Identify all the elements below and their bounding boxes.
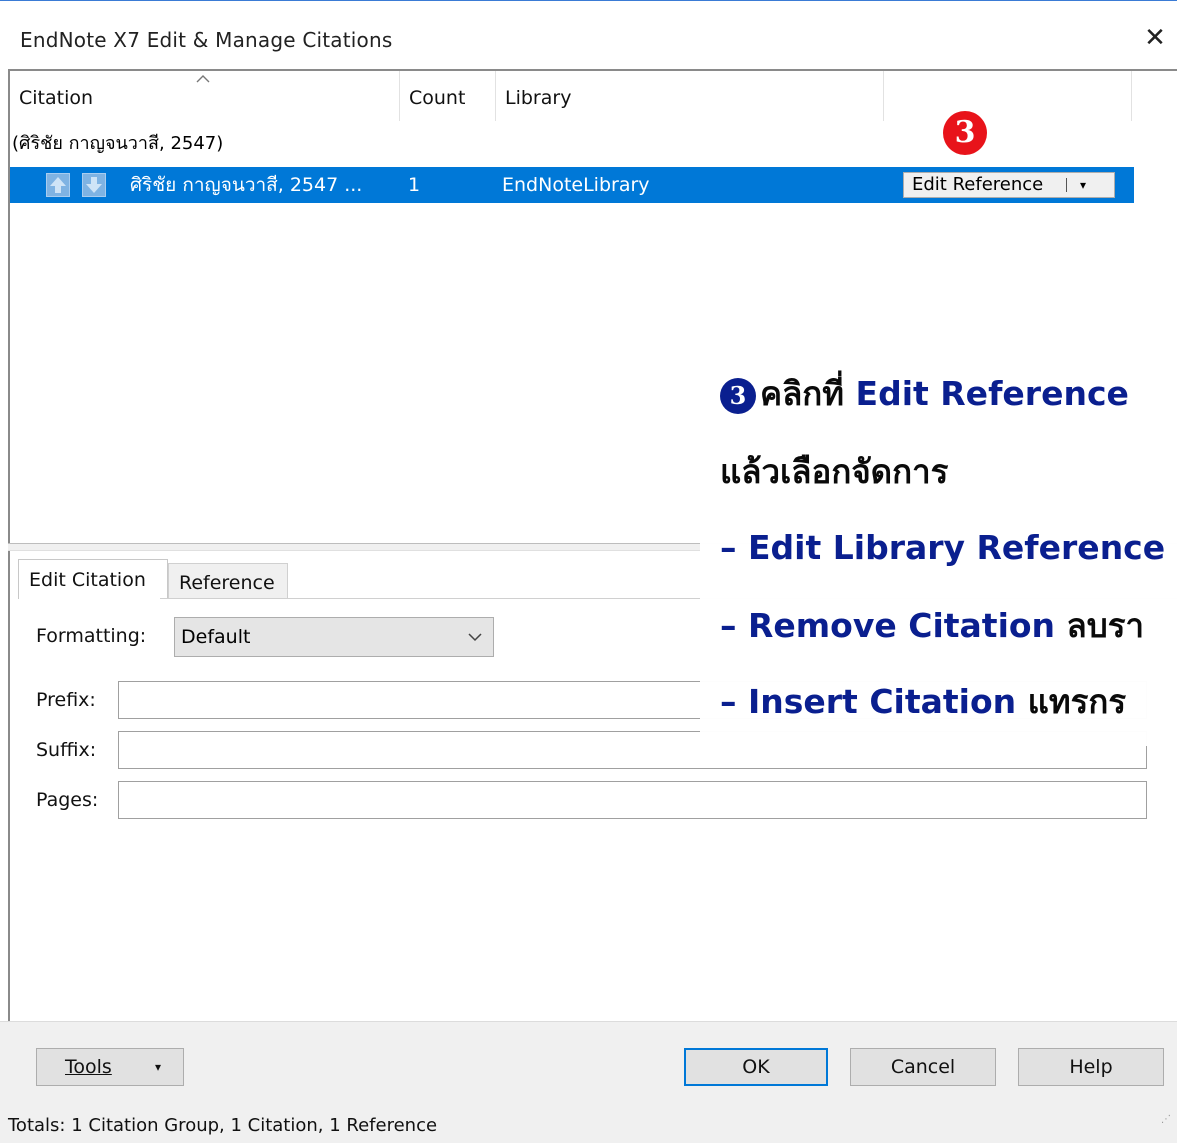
edit-reference-dropdown-button[interactable]: Edit Reference ▾ [903, 172, 1115, 198]
annotation-line-5-thai: แทรกร [1027, 682, 1127, 721]
annotation-line-4-en: – Remove Citation [720, 606, 1067, 645]
suffix-label: Suffix: [36, 739, 97, 761]
annotation-line-2: แล้วเลือกจัดการ [720, 452, 949, 491]
prefix-label: Prefix: [36, 689, 96, 711]
tools-label: Tools [65, 1056, 112, 1078]
dropdown-caret-icon[interactable]: ▾ [1080, 173, 1086, 197]
edit-reference-label: Edit Reference [912, 174, 1044, 195]
tools-menu-button[interactable]: Tools ▾ [36, 1048, 184, 1086]
annotation-line-5-en: – Insert Citation [720, 682, 1028, 721]
library-cell: EndNoteLibrary [502, 174, 650, 196]
column-header-library[interactable]: Library [496, 71, 884, 121]
formatting-value: Default [181, 626, 251, 648]
step-marker-3: 3 [943, 111, 987, 155]
annotation-marker-3: 3 [720, 377, 756, 414]
column-header-count[interactable]: Count [400, 71, 496, 121]
count-cell: 1 [408, 174, 421, 196]
formatting-label: Formatting: [36, 625, 147, 647]
move-up-icon[interactable] [46, 173, 70, 197]
annotation-line-1: 3 คลิกที่ Edit Reference [720, 374, 1129, 414]
ok-button[interactable]: OK [684, 1048, 828, 1086]
annotation-line-1-en: Edit Reference [855, 374, 1129, 413]
annotation-line-4-thai: ลบรา [1066, 606, 1144, 645]
citation-group-label[interactable]: (ศิริชัย กาญจนวาสี, 2547) [10, 127, 223, 161]
column-header-action [884, 71, 1132, 121]
citation-row-selected[interactable]: ศิริชัย กาญจนวาสี, 2547 ... 1 EndNoteLib… [10, 167, 1134, 203]
tools-caret-icon: ▾ [155, 1060, 162, 1074]
tab-reference[interactable]: Reference [168, 563, 288, 599]
resize-grip-icon[interactable]: ⋰ [1161, 1100, 1171, 1140]
sort-indicator-icon [196, 69, 210, 88]
annotation-line-5: – Insert Citation แทรกร [720, 682, 1126, 722]
window-title: EndNote X7 Edit & Manage Citations [20, 28, 393, 52]
split-separator [1066, 178, 1067, 192]
pages-input[interactable] [118, 781, 1147, 819]
formatting-select[interactable]: Default [174, 617, 494, 657]
move-down-icon[interactable] [82, 173, 106, 197]
status-bar: Totals: 1 Citation Group, 1 Citation, 1 … [0, 1106, 1177, 1143]
annotation-line-4: – Remove Citation ลบรา [720, 606, 1144, 646]
pages-label: Pages: [36, 789, 99, 811]
edit-manage-citations-window: EndNote X7 Edit & Manage Citations ✕ Cit… [0, 0, 1177, 1143]
instruction-annotation: 3 คลิกที่ Edit Reference แล้วเลือกจัดการ … [700, 356, 1177, 746]
chevron-down-icon [467, 618, 483, 670]
list-header: Citation Count Library [10, 71, 1177, 121]
status-text: Totals: 1 Citation Group, 1 Citation, 1 … [8, 1115, 438, 1136]
cancel-button[interactable]: Cancel [850, 1048, 996, 1086]
annotation-line-3: – Edit Library Reference [720, 528, 1166, 567]
help-button[interactable]: Help [1018, 1048, 1164, 1086]
close-icon[interactable]: ✕ [1133, 16, 1177, 60]
citation-cell: ศิริชัย กาญจนวาสี, 2547 ... [130, 174, 363, 196]
title-bar: EndNote X7 Edit & Manage Citations ✕ [0, 2, 1177, 68]
annotation-line-1-thai: คลิกที่ [760, 374, 856, 413]
tab-edit-citation[interactable]: Edit Citation [18, 559, 168, 599]
